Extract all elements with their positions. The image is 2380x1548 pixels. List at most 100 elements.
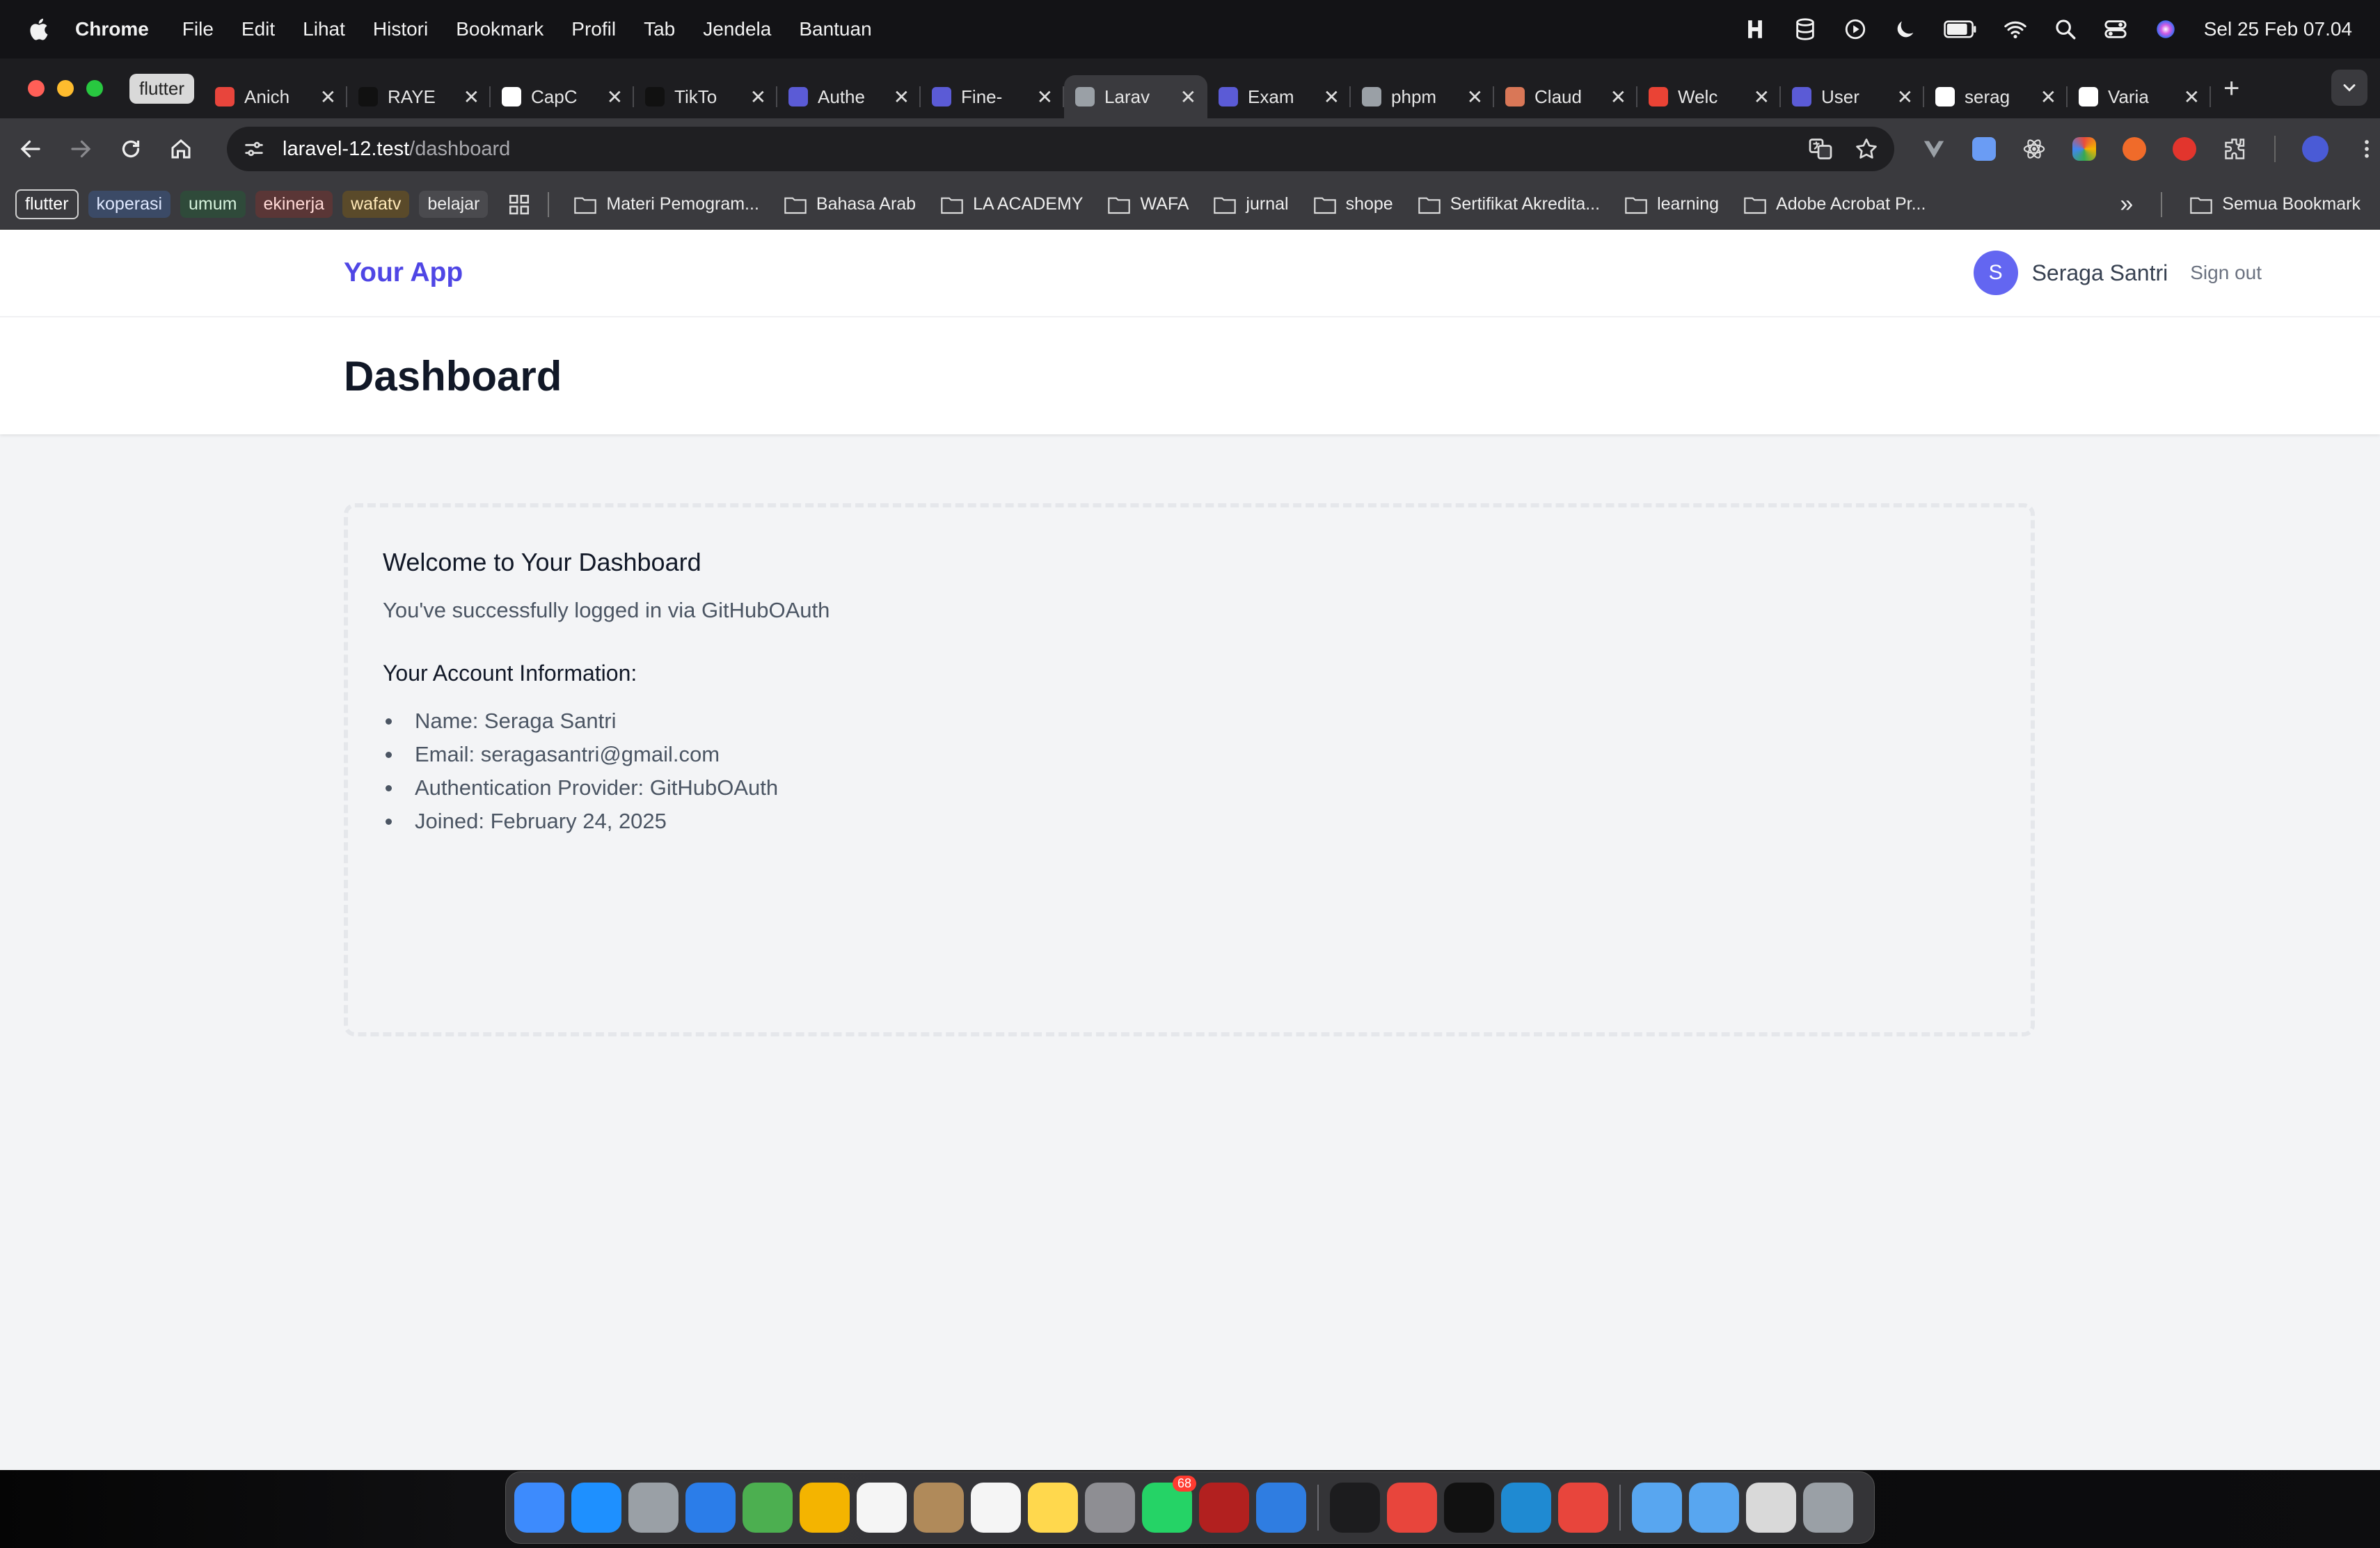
menu-profiles[interactable]: Profil	[571, 18, 616, 40]
tab-close-icon[interactable]: ✕	[320, 86, 336, 109]
new-tab-button[interactable]: +	[2223, 73, 2239, 104]
address-bar[interactable]: laravel-12.test/dashboard	[227, 127, 1894, 171]
bookmarks-overflow-button[interactable]: »	[2120, 191, 2133, 218]
tab-group-flutter[interactable]: flutter	[129, 73, 195, 104]
extension-color-icon[interactable]	[2072, 137, 2096, 161]
minimize-window-button[interactable]	[57, 80, 74, 97]
zoom-window-button[interactable]	[86, 80, 103, 97]
filezilla-icon[interactable]	[1199, 1483, 1249, 1533]
bookmark-group-pill[interactable]: koperasi	[88, 191, 171, 218]
extension-hand-icon[interactable]	[2173, 137, 2196, 161]
launchpad-icon[interactable]	[628, 1483, 679, 1533]
browser-tab[interactable]: Varia ✕	[2068, 75, 2212, 118]
play-circle-icon[interactable]	[1843, 17, 1867, 41]
browser-tab[interactable]: Authe ✕	[777, 75, 921, 118]
database-icon[interactable]	[1793, 17, 1817, 41]
browser-tab[interactable]: CapC ✕	[491, 75, 635, 118]
browser-tab[interactable]: Welc ✕	[1637, 75, 1782, 118]
profile-avatar-icon[interactable]	[2302, 136, 2329, 162]
menu-window[interactable]: Jendela	[703, 18, 771, 40]
browser-tab[interactable]: Claud ✕	[1494, 75, 1638, 118]
menu-help[interactable]: Bantuan	[799, 18, 871, 40]
tab-close-icon[interactable]: ✕	[1754, 86, 1770, 109]
menu-app-name[interactable]: Chrome	[75, 18, 149, 40]
menu-tab[interactable]: Tab	[644, 18, 675, 40]
tab-close-icon[interactable]: ✕	[750, 86, 766, 109]
tab-close-icon[interactable]: ✕	[894, 86, 910, 109]
tab-close-icon[interactable]: ✕	[1610, 86, 1626, 109]
bookmark-group-pill[interactable]: flutter	[15, 189, 79, 219]
tab-close-icon[interactable]: ✕	[607, 86, 623, 109]
back-arrow-icon[interactable]	[18, 136, 43, 161]
app-store-icon[interactable]	[571, 1483, 621, 1533]
bookmark-folder[interactable]: Materi Pemogram...	[574, 194, 759, 214]
whatsapp-icon[interactable]: 68	[1142, 1476, 1196, 1533]
folder-1-icon[interactable]	[1632, 1483, 1682, 1533]
apple-logo-icon[interactable]	[28, 17, 49, 41]
browser-tab[interactable]: phpm ✕	[1351, 75, 1495, 118]
battery-icon[interactable]	[1944, 17, 1977, 41]
spotlight-search-icon[interactable]	[2054, 17, 2077, 41]
home-icon[interactable]	[168, 136, 193, 161]
extension-doc-icon[interactable]	[1972, 137, 1996, 161]
translate-icon[interactable]	[1808, 136, 1833, 161]
menu-edit[interactable]: Edit	[241, 18, 275, 40]
tab-close-icon[interactable]: ✕	[1180, 86, 1196, 109]
trash-icon[interactable]	[1803, 1483, 1853, 1533]
close-window-button[interactable]	[28, 80, 45, 97]
tab-close-icon[interactable]: ✕	[463, 86, 479, 109]
browser-tab[interactable]: serag ✕	[1924, 75, 2068, 118]
browser-tab[interactable]: Anich ✕	[204, 75, 348, 118]
extensions-puzzle-icon[interactable]	[2223, 136, 2248, 161]
site-settings-icon[interactable]	[242, 137, 266, 161]
reload-icon[interactable]	[118, 136, 143, 161]
moon-icon[interactable]	[1894, 17, 1917, 41]
bookmark-folder[interactable]: WAFA	[1108, 194, 1189, 214]
tab-close-icon[interactable]: ✕	[1467, 86, 1483, 109]
menu-file[interactable]: File	[182, 18, 214, 40]
photos-icon[interactable]	[800, 1483, 850, 1533]
browser-tab[interactable]: RAYE ✕	[347, 75, 491, 118]
bookmark-folder[interactable]: Bahasa Arab	[784, 194, 916, 214]
herd-icon[interactable]	[1743, 17, 1767, 41]
tab-close-icon[interactable]: ✕	[2184, 86, 2200, 109]
safari-icon[interactable]	[685, 1483, 736, 1533]
react-devtools-icon[interactable]	[2022, 137, 2046, 161]
browser-tab[interactable]: Exam ✕	[1207, 75, 1351, 118]
finder-icon[interactable]	[514, 1483, 564, 1533]
bookmark-folder[interactable]: Sertifikat Akredita...	[1418, 194, 1600, 214]
bookmark-folder[interactable]: shope	[1313, 194, 1393, 214]
forward-arrow-icon[interactable]	[68, 136, 93, 161]
vue-devtools-icon[interactable]	[1922, 137, 1946, 161]
tab-close-icon[interactable]: ✕	[1324, 86, 1340, 109]
chrome-icon[interactable]	[1387, 1483, 1437, 1533]
apps-grid-icon[interactable]	[507, 193, 531, 216]
sign-out-button[interactable]: Sign out	[2190, 262, 2262, 284]
bookmark-star-icon[interactable]	[1854, 136, 1879, 161]
folder-2-icon[interactable]	[1689, 1483, 1739, 1533]
browser-tab[interactable]: User ✕	[1781, 75, 1925, 118]
maps-icon[interactable]	[743, 1483, 793, 1533]
app-brand-link[interactable]: Your App	[344, 258, 463, 288]
bookmark-folder[interactable]: learning	[1625, 194, 1719, 214]
reminders-icon[interactable]	[971, 1483, 1021, 1533]
control-center-icon[interactable]	[2104, 17, 2127, 41]
tab-close-icon[interactable]: ✕	[1897, 86, 1913, 109]
siri-icon[interactable]	[2154, 17, 2177, 41]
tab-close-icon[interactable]: ✕	[2040, 86, 2056, 109]
wifi-icon[interactable]	[2004, 17, 2027, 41]
tab-close-icon[interactable]: ✕	[1037, 86, 1053, 109]
herd-icon[interactable]	[1558, 1483, 1608, 1533]
bookmark-group-pill[interactable]: umum	[180, 191, 246, 218]
extension-orange-icon[interactable]	[2123, 137, 2146, 161]
bookmark-folder[interactable]: jurnal	[1214, 194, 1289, 214]
url-text[interactable]: laravel-12.test/dashboard	[283, 138, 1787, 161]
browser-tab[interactable]: Fine- ✕	[921, 75, 1065, 118]
browser-tab[interactable]: TikTo ✕	[634, 75, 778, 118]
menu-clock[interactable]: Sel 25 Feb 07.04	[2204, 18, 2352, 40]
tab-search-button[interactable]	[2331, 70, 2367, 106]
notes-icon[interactable]	[1028, 1483, 1078, 1533]
menu-bookmarks[interactable]: Bookmark	[456, 18, 544, 40]
capcut-icon[interactable]	[1444, 1483, 1494, 1533]
system-settings-icon[interactable]	[1085, 1483, 1135, 1533]
